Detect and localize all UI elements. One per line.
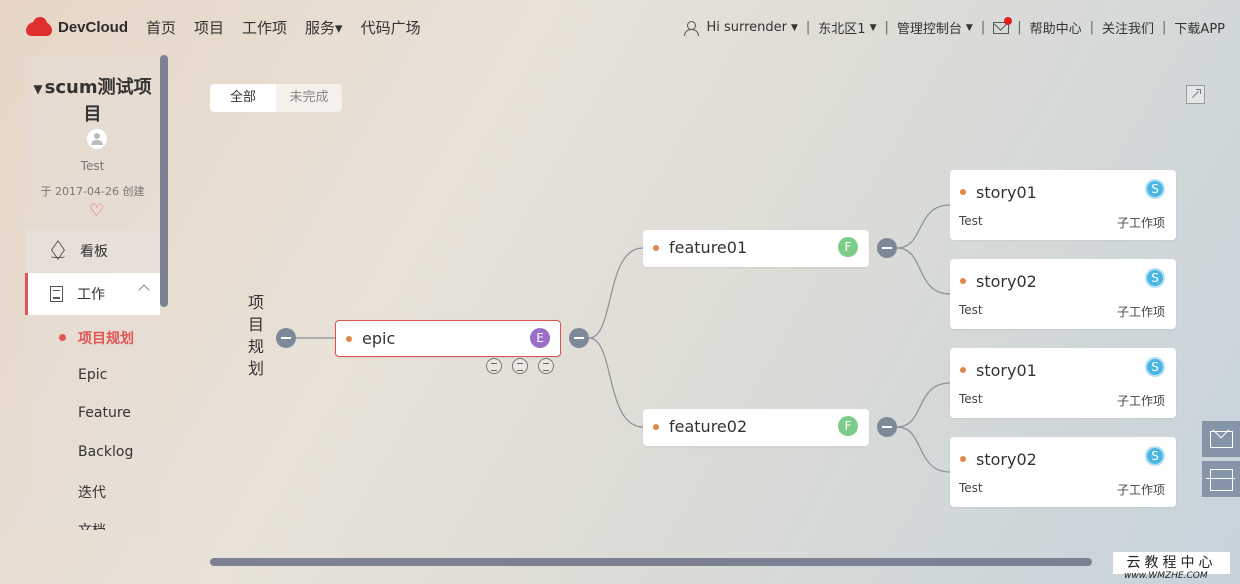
story-kind: 子工作项 <box>1116 394 1165 408</box>
story-node[interactable]: story01 S Test 子工作项 <box>950 348 1176 418</box>
story-owner: Test <box>959 303 983 317</box>
node-title: story01 <box>976 361 1037 380</box>
add-child-icon[interactable] <box>538 358 554 374</box>
collapse-feature-button[interactable] <box>877 238 897 258</box>
node-title: story02 <box>976 450 1037 469</box>
feature-badge: F <box>838 416 858 436</box>
story-badge: S <box>1145 446 1165 466</box>
story-node[interactable]: story01 S Test 子工作项 <box>950 170 1176 240</box>
node-title: feature02 <box>669 417 748 436</box>
story-node[interactable]: story02 S Test 子工作项 <box>950 437 1176 507</box>
feedback-mail-icon[interactable] <box>1202 421 1240 457</box>
status-dot <box>653 424 659 430</box>
feature-node[interactable]: feature01 F <box>643 230 869 267</box>
story-owner: Test <box>959 214 983 228</box>
scan-qr-icon[interactable] <box>1202 461 1240 497</box>
story-badge: S <box>1145 268 1165 288</box>
story-badge: S <box>1145 357 1165 377</box>
epic-node[interactable]: epic E <box>335 320 561 357</box>
status-dot <box>653 245 659 251</box>
node-title: story01 <box>976 183 1037 202</box>
feature-node[interactable]: feature02 F <box>643 409 869 446</box>
connector-f2-story02 <box>896 426 951 473</box>
story-owner: Test <box>959 392 983 406</box>
connector-f2-story01 <box>896 382 951 428</box>
story-kind: 子工作项 <box>1116 483 1165 497</box>
feature-badge: F <box>838 237 858 257</box>
list-icon[interactable] <box>486 358 502 374</box>
status-dot <box>960 456 966 462</box>
node-title: feature01 <box>669 238 748 257</box>
collapse-feature-button[interactable] <box>877 417 897 437</box>
collapse-root-button[interactable] <box>276 328 296 348</box>
collapse-epic-button[interactable] <box>569 328 589 348</box>
story-badge: S <box>1145 179 1165 199</box>
watermark-url: www.WMZHE.COM <box>1124 571 1208 581</box>
horizontal-scrollbar[interactable] <box>210 558 1092 566</box>
status-dot <box>960 189 966 195</box>
connector-f1-story01 <box>896 204 951 249</box>
connector-f1-story02 <box>896 247 951 295</box>
story-kind: 子工作项 <box>1116 305 1165 319</box>
connector-epic-feature02 <box>588 337 644 428</box>
connector-epic-feature01 <box>588 247 644 339</box>
status-dot <box>346 336 352 342</box>
epic-badge: E <box>530 328 550 348</box>
story-owner: Test <box>959 481 983 495</box>
tree-root-label: 项目规划 <box>247 293 264 378</box>
story-kind: 子工作项 <box>1116 216 1165 230</box>
node-title: epic <box>362 329 396 348</box>
status-dot <box>960 278 966 284</box>
status-dot <box>960 367 966 373</box>
story-node[interactable]: story02 S Test 子工作项 <box>950 259 1176 329</box>
node-title: story02 <box>976 272 1037 291</box>
delete-icon[interactable] <box>512 358 528 374</box>
